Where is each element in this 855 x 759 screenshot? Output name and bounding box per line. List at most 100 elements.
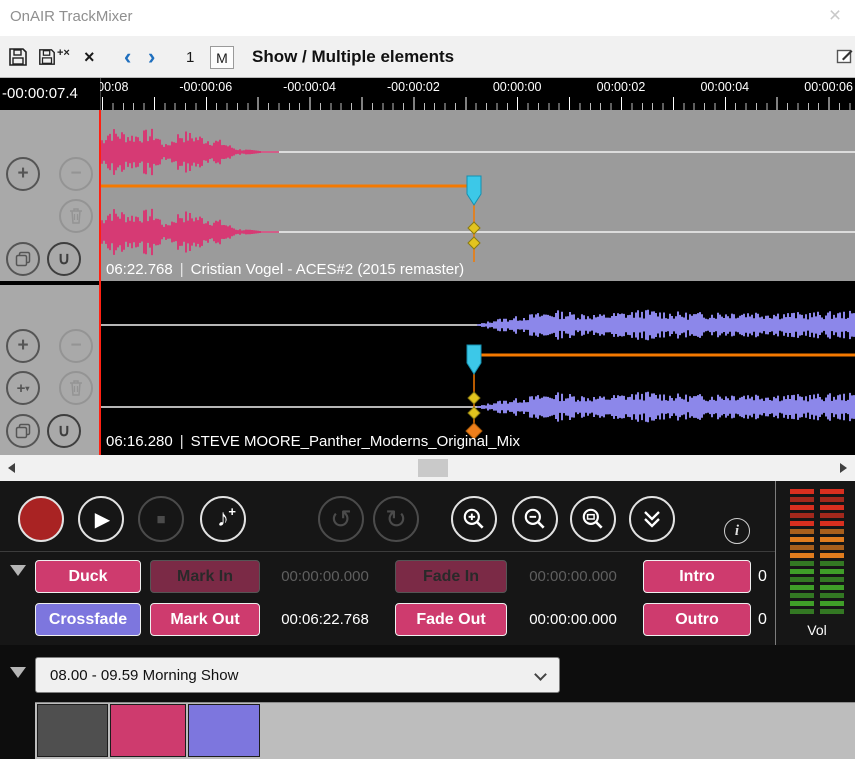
ruler-tick-label: -00:00:08 — [100, 80, 128, 94]
label-separator: | — [180, 433, 184, 450]
trash-icon — [69, 208, 83, 224]
stop-icon: ■ — [156, 511, 165, 528]
playlist-block-pink[interactable] — [110, 704, 186, 757]
track-1-panel: + − ∪ — [0, 110, 100, 281]
playhead-line — [99, 110, 101, 455]
redo-icon: ↻ — [385, 506, 407, 532]
track-2-delete-button[interactable] — [59, 371, 93, 405]
playlist-blocks-bar[interactable] — [35, 702, 855, 759]
caret-down-icon: ▾ — [25, 384, 29, 393]
scroll-right-icon[interactable] — [840, 463, 847, 473]
playlist-block-gray[interactable] — [37, 704, 108, 757]
ruler-tick-label: -00:00:02 — [387, 80, 440, 94]
playlist-blocks-row — [0, 702, 855, 759]
plus-icon: + — [17, 335, 28, 357]
minus-icon: − — [70, 163, 81, 185]
undo-button[interactable]: ↺ — [318, 496, 364, 542]
vu-segment — [790, 561, 814, 566]
intro-button[interactable]: Intro — [643, 560, 751, 593]
scroll-left-icon[interactable] — [8, 463, 15, 473]
show-select-dropdown[interactable]: 08.00 - 09.59 Morning Show — [35, 657, 560, 693]
track-2-label: 06:16.280|STEVE MOORE_Panther_Moderns_Or… — [106, 433, 520, 450]
scrollbar-thumb[interactable] — [418, 459, 448, 477]
duck-button[interactable]: Duck — [35, 560, 141, 593]
track-1-delete-button[interactable] — [59, 199, 93, 233]
playlist-collapse-triangle[interactable] — [10, 667, 26, 678]
track-2-add-dropdown-button[interactable]: +▾ — [6, 371, 40, 405]
track-2-remove-button[interactable]: − — [59, 329, 93, 363]
save-button[interactable] — [8, 36, 28, 78]
vu-segment — [790, 505, 814, 510]
play-button[interactable]: ▶ — [78, 496, 124, 542]
track2-waveform — [478, 310, 854, 422]
add-jingle-button[interactable]: ♪ + — [200, 496, 246, 542]
fade-marker-pin[interactable] — [467, 345, 481, 374]
track-1-layers-button[interactable] — [6, 242, 40, 276]
redo-button[interactable]: ↻ — [373, 496, 419, 542]
tracks-area: + − ∪ — [0, 110, 855, 455]
crossfade-button[interactable]: Crossfade — [35, 603, 141, 636]
save-and-remove-button[interactable]: +× — [38, 36, 70, 78]
zoom-fit-button[interactable] — [570, 496, 616, 542]
info-icon: i — [735, 523, 739, 540]
track-1-add-button[interactable]: + — [6, 157, 40, 191]
layers-icon — [15, 423, 31, 439]
edit-note-button[interactable] — [836, 36, 854, 78]
track-2-add-button[interactable]: + — [6, 329, 40, 363]
outro-value: 0 — [758, 603, 767, 636]
vu-segment — [820, 593, 844, 598]
record-button[interactable] — [18, 496, 64, 542]
vu-segment — [820, 601, 844, 606]
double-chevron-down-icon — [640, 507, 664, 531]
mark-in-button[interactable]: Mark In — [150, 560, 260, 593]
delete-button[interactable]: × — [84, 36, 95, 78]
plus-icon: + — [228, 504, 236, 519]
envelope-node-diamond[interactable] — [468, 407, 480, 419]
marker-toggle-button[interactable]: M — [210, 46, 234, 69]
vu-segment — [790, 521, 814, 526]
window-close-icon[interactable]: × — [821, 2, 849, 30]
vu-segment — [790, 601, 814, 606]
ruler-tick-label: 00:00:04 — [700, 80, 749, 94]
zoom-out-button[interactable] — [512, 496, 558, 542]
playhead-position-readout: -00:00:07.4 — [2, 78, 98, 110]
next-arrow-icon[interactable]: › — [148, 36, 155, 78]
vu-segment — [820, 513, 844, 518]
fade-out-time: 00:00:00.000 — [510, 603, 636, 636]
vu-meter — [790, 489, 846, 619]
ruler-major-ticks — [102, 97, 855, 110]
playlist-block-purple[interactable] — [188, 704, 260, 757]
track-1-remove-button[interactable]: − — [59, 157, 93, 191]
vu-segment — [790, 537, 814, 542]
page-indicator: 1 — [186, 36, 194, 78]
vu-segment — [820, 585, 844, 590]
track-2-layers-button[interactable] — [6, 414, 40, 448]
editor-collapse-triangle[interactable] — [10, 565, 26, 576]
previous-arrow-icon[interactable]: ‹ — [124, 36, 131, 78]
chevron-down-icon — [534, 668, 547, 681]
track2-envelope — [466, 345, 855, 439]
envelope-node-diamond[interactable] — [468, 237, 480, 249]
horizontal-scrollbar[interactable] — [0, 455, 855, 481]
zoom-in-button[interactable] — [451, 496, 497, 542]
fade-in-button[interactable]: Fade In — [395, 560, 507, 593]
track-2-loop-button[interactable]: ∪ — [47, 414, 81, 448]
outro-button[interactable]: Outro — [643, 603, 751, 636]
mark-out-button[interactable]: Mark Out — [150, 603, 260, 636]
track-1-loop-button[interactable]: ∪ — [47, 242, 81, 276]
vu-segment — [820, 545, 844, 550]
layers-icon — [15, 251, 31, 267]
envelope-node-diamond[interactable] — [468, 392, 480, 404]
timeline-ruler[interactable]: -00:00:07.4 -00:00:08-00:00:06-00:00:04-… — [0, 78, 855, 110]
track-1: + − ∪ — [0, 110, 855, 281]
fade-out-button[interactable]: Fade Out — [395, 603, 507, 636]
edit-note-icon — [836, 48, 854, 66]
fade-marker-pin[interactable] — [467, 176, 481, 205]
info-button[interactable]: i — [724, 518, 750, 544]
track-2-canvas[interactable] — [100, 285, 855, 455]
track-1-canvas[interactable] — [100, 110, 855, 281]
stop-button[interactable]: ■ — [138, 496, 184, 542]
collapse-button[interactable] — [629, 496, 675, 542]
track1-waveform — [100, 129, 278, 255]
ruler-tick-label: 00:00:06 — [804, 80, 853, 94]
